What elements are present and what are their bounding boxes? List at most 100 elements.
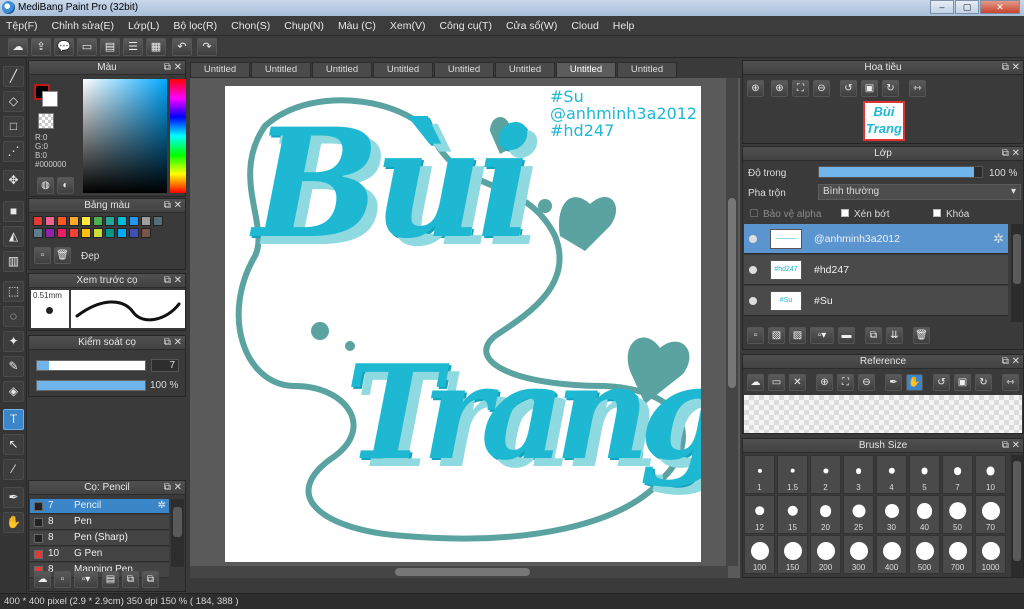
eye-icon[interactable] [749,297,757,305]
reference-open-icon[interactable]: ▭ [768,374,785,391]
layer-row[interactable]: ——— @anhminh3a2012 ✲ [744,224,1008,254]
brush-settings-icon[interactable]: ▤ [102,571,119,588]
tab-untitled-1[interactable]: Untitled [190,62,250,78]
palette-swatch[interactable] [129,216,139,226]
panel-close-icon[interactable]: ⧉ ✕ [164,274,182,288]
drawing-canvas[interactable]: #Su @anhminh3a2012 #hd247 Bùi Trang [225,86,701,562]
palette-swatch[interactable] [69,228,79,238]
zoom-out-icon[interactable]: ⊖ [813,80,830,97]
brush-icon[interactable]: ╱ [3,66,24,87]
brush-size-option[interactable]: 200 [810,535,841,574]
brush-size-option[interactable]: 25 [843,495,874,534]
delete-palette-icon[interactable]: 🗑 [54,247,71,264]
tab-untitled-4[interactable]: Untitled [373,62,433,78]
canvas-vertical-scrollbar[interactable] [726,78,738,566]
palette-swatch[interactable] [153,216,163,226]
menu-edit[interactable]: Chỉnh sửa(E) [52,20,114,32]
panel-close-icon[interactable]: ⧉ ✕ [1002,61,1020,75]
palette-swatch[interactable] [57,216,67,226]
gradient-icon[interactable]: ▥ [3,251,24,272]
new-layer-icon[interactable]: ▫ [747,327,764,344]
background-color-swatch[interactable] [42,91,58,107]
brush-size-option[interactable]: 700 [942,535,973,574]
comment-icon[interactable]: 💬 [54,38,74,56]
palette-mode-icon[interactable]: ◐ [57,177,74,194]
brush-list-item[interactable]: 10 G Pen [30,547,169,562]
brush-cloud-icon[interactable]: ☁ [34,571,51,588]
palette-swatch[interactable] [117,216,127,226]
brush-size-option[interactable]: 1000 [975,535,1006,574]
message-icon[interactable]: ▭ [77,38,97,56]
palette-swatch[interactable] [45,216,55,226]
brush-size-scrollbar[interactable] [1011,455,1023,577]
menu-cloud[interactable]: Cloud [571,20,598,32]
menu-window[interactable]: Cửa sổ(W) [506,20,557,32]
text-icon[interactable]: T [3,409,24,430]
brush-size-option[interactable]: 1 [744,455,775,494]
canvas-area[interactable]: #Su @anhminh3a2012 #hd247 Bùi Trang [190,78,740,578]
panel-close-icon[interactable]: ⧉ ✕ [1002,439,1020,453]
rotate-left-icon[interactable]: ↺ [840,80,857,97]
brush-size-option[interactable]: 10 [975,455,1006,494]
brush-size-option[interactable]: 4 [876,455,907,494]
layer-folder-icon[interactable]: ▬ [838,327,855,344]
blend-mode-select[interactable]: Bình thường ▾ [818,184,1021,200]
move-icon[interactable]: ✥ [3,170,24,191]
new-halftone-layer-icon[interactable]: ▨ [789,327,806,344]
cloud-icon[interactable]: ☁ [8,38,28,56]
reference-flip-icon[interactable]: ⇿ [1002,374,1019,391]
palette-swatch[interactable] [45,228,55,238]
menu-select[interactable]: Chọn(S) [231,20,270,32]
eraser-icon[interactable]: ◇ [3,91,24,112]
tab-untitled-5[interactable]: Untitled [434,62,494,78]
close-button[interactable]: ✕ [980,0,1020,14]
palette-swatch[interactable] [57,228,67,238]
brush-opacity-slider[interactable] [36,380,146,391]
palette-swatch[interactable] [141,228,151,238]
brush-list-item[interactable]: 7 Pencil ✲ [30,499,169,514]
undo-icon[interactable]: ↶ [172,38,192,56]
panel-close-icon[interactable]: ⧉ ✕ [1002,355,1020,369]
brush-list-scrollbar[interactable] [171,499,184,567]
new-color-layer-icon[interactable]: ▧ [768,327,785,344]
new-palette-icon[interactable]: ▫ [34,247,51,264]
brush-list-item[interactable]: 8 Pen (Sharp) [30,531,169,546]
select-eraser-icon[interactable]: ◈ [3,381,24,402]
tab-untitled-2[interactable]: Untitled [251,62,311,78]
operation-icon[interactable]: ↖ [3,434,24,455]
select-rect-icon[interactable]: ⬚ [3,281,24,302]
brush-size-option[interactable]: 2 [810,455,841,494]
zoom-in-icon[interactable]: ⊕ [771,80,788,97]
brush-size-option[interactable]: 40 [909,495,940,534]
eye-icon[interactable] [749,235,757,243]
tab-untitled-6[interactable]: Untitled [495,62,555,78]
brush-size-option[interactable]: 400 [876,535,907,574]
panel-close-icon[interactable]: ⧉ ✕ [164,61,182,75]
palette-add-icon[interactable]: ◍ [37,177,54,194]
duplicate-layer-icon[interactable]: ⧉ [865,327,882,344]
brush-size-option[interactable]: 1.5 [777,455,808,494]
magic-wand-icon[interactable]: ✦ [3,331,24,352]
tab-untitled-7[interactable]: Untitled [556,62,616,78]
tab-untitled-3[interactable]: Untitled [312,62,372,78]
layer-row[interactable]: #hd247 #hd247 [744,255,1008,285]
redo-icon[interactable]: ↷ [197,38,217,56]
share-icon[interactable]: ⇪ [31,38,51,56]
bucket-icon[interactable]: ◭ [3,226,24,247]
palette-swatch[interactable] [93,228,103,238]
panel-close-icon[interactable]: ⧉ ✕ [164,199,182,213]
menu-view[interactable]: Xem(V) [390,20,426,32]
saturation-value-picker[interactable] [83,79,167,193]
brush-size-option[interactable]: 70 [975,495,1006,534]
brush-size-value[interactable]: 7 [151,359,179,372]
brush-size-option[interactable]: 3 [843,455,874,494]
add-brush-dropdown-icon[interactable]: ▫▾ [74,571,98,588]
palette-swatch[interactable] [117,228,127,238]
zoom-fit-icon[interactable]: ⊕ [747,80,764,97]
fit-window-icon[interactable]: ▣ [861,80,878,97]
panel-close-icon[interactable]: ⧉ ✕ [164,336,182,350]
fill-rect-icon[interactable]: ■ [3,201,24,222]
reference-cloud-icon[interactable]: ☁ [747,374,764,391]
protect-alpha-checkbox[interactable]: Bảo vệ alpha [750,209,821,220]
layer-opacity-slider[interactable] [818,166,983,178]
